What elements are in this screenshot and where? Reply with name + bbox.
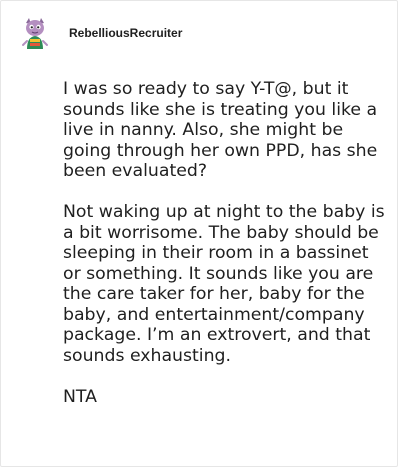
comment-paragraph: Not waking up at night to the baby is a … [63, 202, 385, 366]
comment-body: I was so ready to say Y-T@, but it sound… [63, 79, 385, 407]
comment-paragraph: NTA [63, 386, 97, 407]
username[interactable]: RebelliousRecruiter [69, 26, 182, 40]
avatar[interactable] [17, 15, 53, 51]
comment-header: RebelliousRecruiter [17, 15, 182, 51]
cartoon-character-avatar-icon [17, 15, 53, 51]
comment-paragraph: I was so ready to say Y-T@, but it sound… [63, 79, 378, 181]
comment-card: RebelliousRecruiter I was so ready to sa… [0, 0, 398, 467]
